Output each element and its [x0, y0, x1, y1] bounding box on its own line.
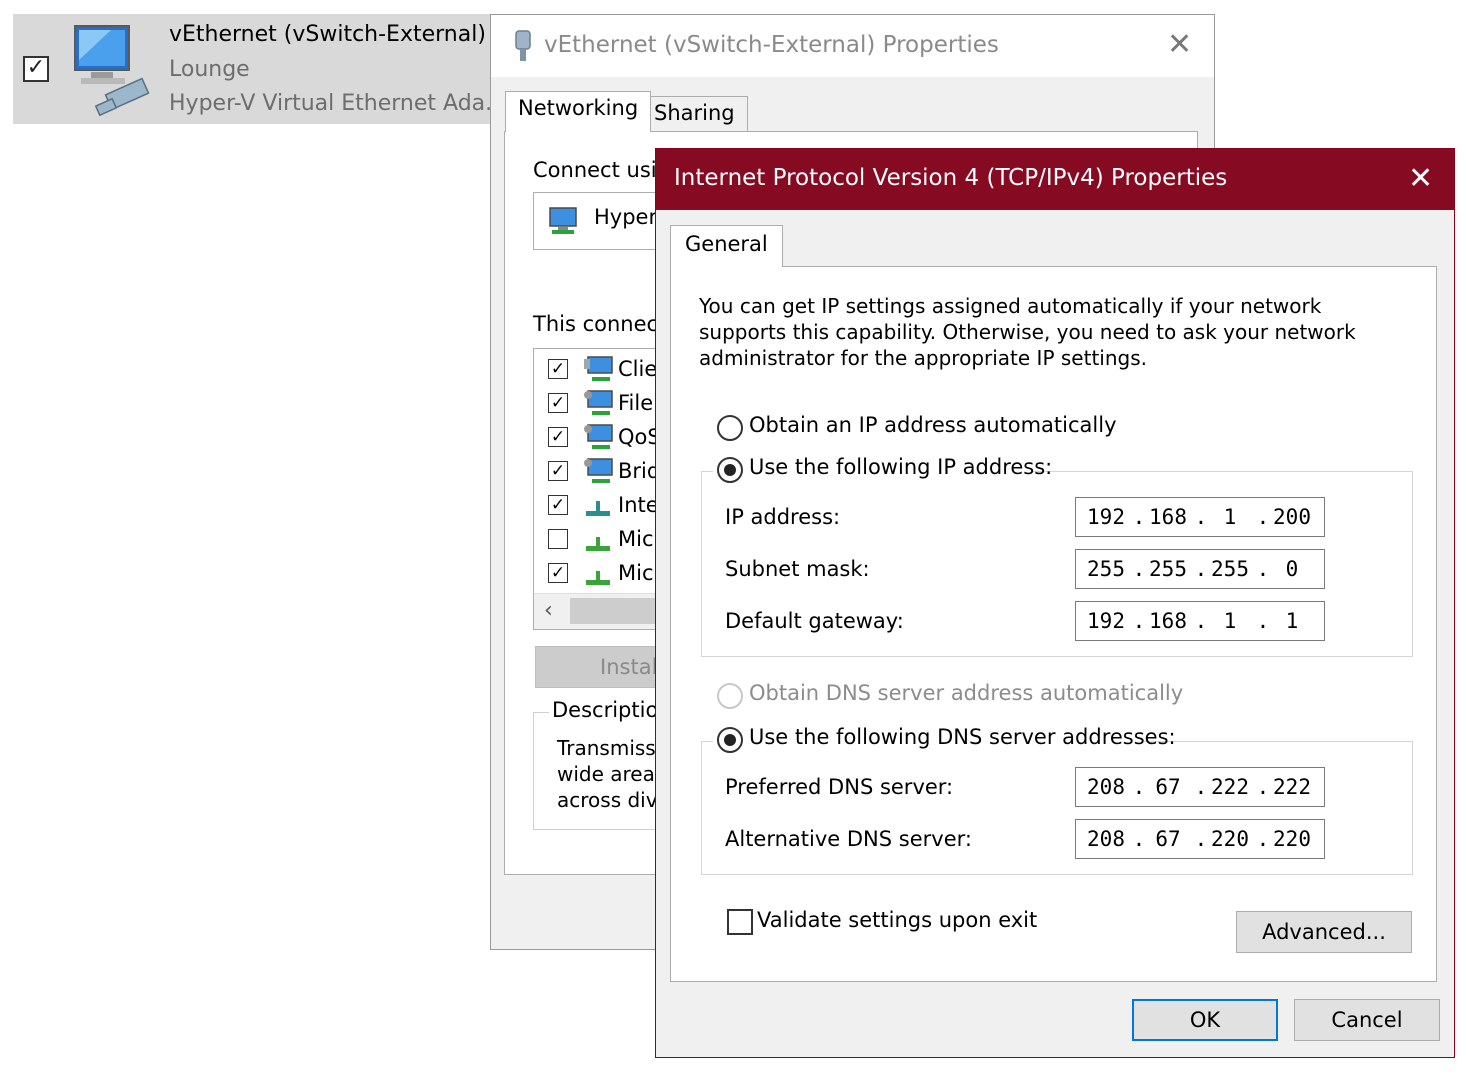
adapter-checkbox[interactable]: ✓ [23, 56, 49, 82]
dns-manual-radio[interactable] [717, 727, 743, 753]
validate-checkbox[interactable] [727, 909, 753, 935]
alternative-dns-label: Alternative DNS server: [725, 827, 972, 851]
tab-networking[interactable]: Networking [505, 91, 652, 132]
ip-auto-label: Obtain an IP address automatically [749, 413, 1117, 437]
network-plug-icon [511, 29, 535, 63]
intro-text: You can get IP settings assigned automat… [699, 294, 1356, 370]
network-service-icon [582, 389, 614, 419]
close-icon[interactable]: ✕ [1408, 161, 1433, 196]
ip-address-label: IP address: [725, 505, 841, 529]
item-label: Inte [618, 493, 659, 517]
item-label: File [618, 391, 654, 415]
network-adapter-icon [61, 20, 161, 120]
network-client-icon [582, 355, 614, 385]
cancel-button[interactable]: Cancel [1294, 999, 1440, 1041]
default-gateway-field[interactable]: 192. 168. 1. 1 [1075, 601, 1325, 641]
advanced-button[interactable]: Advanced... [1236, 911, 1412, 953]
default-gateway-label: Default gateway: [725, 609, 904, 633]
adapter-field-label: Hyper- [594, 205, 664, 229]
adapter-name: vEthernet (vSwitch-External) [169, 22, 486, 47]
protocol-icon [582, 491, 614, 521]
alternative-dns-field[interactable]: 208. 67. 220. 220 [1075, 819, 1325, 859]
ok-button[interactable]: OK [1132, 999, 1278, 1041]
item-label: Brid [618, 459, 661, 483]
properties-title-bar[interactable]: vEthernet (vSwitch-External) Properties … [491, 15, 1214, 77]
preferred-dns-label: Preferred DNS server: [725, 775, 954, 799]
network-adapter-item[interactable]: ✓ vEthernet (vSwitch-External) Lounge Hy… [13, 14, 493, 124]
dns-auto-radio[interactable] [717, 683, 743, 709]
item-checkbox[interactable]: ✓ [548, 461, 568, 481]
tab-general[interactable]: General [670, 225, 783, 267]
description-text: across div [557, 788, 658, 812]
adapter-network-name: Lounge [169, 57, 250, 82]
item-checkbox[interactable]: ✓ [548, 427, 568, 447]
subnet-mask-field[interactable]: 255. 255. 255. 0 [1075, 549, 1325, 589]
ip-manual-label: Use the following IP address: [749, 455, 1053, 479]
network-service-icon [582, 423, 614, 453]
tab-sharing[interactable]: Sharing [641, 96, 748, 134]
ip-auto-radio[interactable] [717, 415, 743, 441]
ip-address-field[interactable]: 192. 168. 1. 200 [1075, 497, 1325, 537]
protocol-icon [582, 525, 614, 555]
adapter-device-name: Hyper-V Virtual Ethernet Ada... [169, 91, 491, 116]
general-panel: You can get IP settings assigned automat… [670, 266, 1437, 982]
close-icon[interactable]: ✕ [1167, 27, 1192, 62]
ipv4-title-bar[interactable]: Internet Protocol Version 4 (TCP/IPv4) P… [656, 149, 1454, 210]
properties-title: vEthernet (vSwitch-External) Properties [544, 32, 999, 58]
description-text: wide area [557, 762, 655, 786]
item-checkbox[interactable] [548, 529, 568, 549]
item-checkbox[interactable]: ✓ [548, 359, 568, 379]
item-label: Clie [618, 357, 658, 381]
item-checkbox[interactable]: ✓ [548, 563, 568, 583]
description-text: Transmissi [557, 736, 662, 760]
ipv4-title: Internet Protocol Version 4 (TCP/IPv4) P… [674, 165, 1228, 191]
subnet-mask-label: Subnet mask: [725, 557, 870, 581]
preferred-dns-field[interactable]: 208. 67. 222. 222 [1075, 767, 1325, 807]
connect-using-label: Connect usin [533, 158, 670, 182]
dns-manual-label: Use the following DNS server addresses: [749, 725, 1176, 749]
protocol-icon [582, 559, 614, 589]
ipv4-properties-dialog: Internet Protocol Version 4 (TCP/IPv4) P… [655, 148, 1455, 1058]
network-service-icon [582, 457, 614, 487]
item-checkbox[interactable]: ✓ [548, 393, 568, 413]
item-checkbox[interactable]: ✓ [548, 495, 568, 515]
network-adapter-icon [548, 206, 580, 236]
connection-items-label: This connect [533, 312, 667, 336]
ip-manual-radio[interactable] [717, 457, 743, 483]
dns-auto-label: Obtain DNS server address automatically [749, 681, 1184, 705]
validate-label: Validate settings upon exit [757, 908, 1038, 932]
chevron-left-icon[interactable]: ‹ [544, 598, 553, 623]
